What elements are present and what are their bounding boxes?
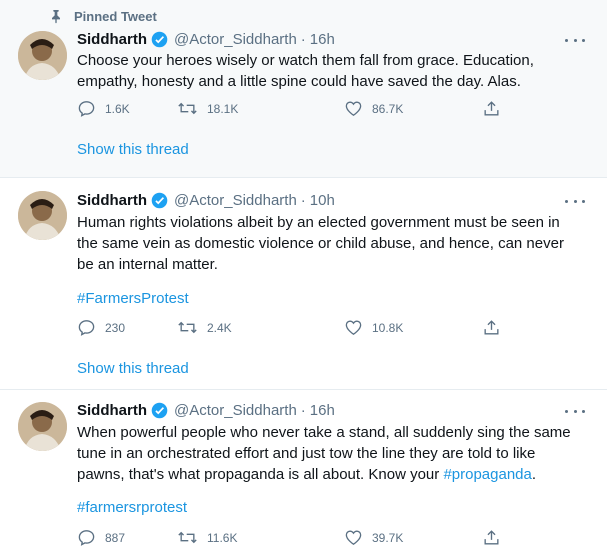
share-icon [484, 101, 499, 116]
tweet-time[interactable]: 10h [310, 192, 335, 209]
pinned-indicator: Pinned Tweet [48, 8, 157, 24]
share-button[interactable] [482, 99, 501, 118]
reply-icon [78, 530, 95, 546]
retweet-icon [178, 102, 197, 115]
tweet-time[interactable]: 16h [310, 402, 335, 419]
retweet-button[interactable]: 11.6K [177, 528, 237, 547]
reply-count: 887 [105, 530, 126, 545]
verified-icon [151, 31, 168, 48]
more-icon[interactable] [565, 404, 585, 418]
like-count: 10.8K [372, 320, 404, 335]
tweet[interactable]: Siddharth @Actor_Siddharth · 10h Human r… [0, 178, 607, 390]
tweet[interactable]: Siddharth @Actor_Siddharth · 16h When po… [0, 390, 607, 554]
reply-icon [78, 101, 95, 117]
like-icon [345, 320, 362, 336]
tweet-actions: 887 11.6K 39.7K [77, 528, 517, 548]
like-button[interactable]: 39.7K [344, 528, 403, 547]
tweet-actions: 1.6K 18.1K 86.7K [77, 99, 517, 119]
more-icon[interactable] [565, 194, 585, 208]
like-count: 86.7K [372, 101, 404, 116]
like-icon [345, 530, 362, 546]
reply-count: 230 [105, 320, 126, 335]
like-count: 39.7K [372, 530, 404, 545]
verified-icon [151, 192, 168, 209]
reply-count: 1.6K [105, 101, 130, 116]
author-handle[interactable]: @Actor_Siddharth [174, 31, 297, 48]
retweet-icon [178, 321, 197, 334]
author-handle[interactable]: @Actor_Siddharth [174, 402, 297, 419]
avatar[interactable] [18, 191, 67, 240]
retweet-button[interactable]: 18.1K [177, 99, 238, 118]
pinned-label: Pinned Tweet [74, 8, 157, 24]
inline-hashtag-link[interactable]: #propaganda [443, 466, 531, 483]
more-icon[interactable] [565, 33, 585, 47]
tweet-text: When powerful people who never take a st… [77, 422, 577, 485]
show-thread-link[interactable]: Show this thread [77, 360, 189, 377]
retweet-count: 11.6K [207, 530, 238, 545]
retweet-button[interactable]: 2.4K [177, 318, 232, 337]
author-name[interactable]: Siddharth [77, 402, 147, 419]
tweet-time[interactable]: 16h [310, 31, 335, 48]
verified-icon [151, 402, 168, 419]
retweet-count: 2.4K [207, 320, 232, 335]
reply-button[interactable]: 1.6K [77, 99, 130, 118]
hashtag-link[interactable]: #farmersrprotest [77, 499, 187, 516]
avatar[interactable] [18, 31, 67, 80]
share-icon [484, 530, 499, 545]
reply-button[interactable]: 887 [77, 528, 125, 547]
like-icon [345, 101, 362, 117]
share-button[interactable] [482, 528, 501, 547]
tweet-header: Siddharth @Actor_Siddharth · 10h [77, 192, 335, 209]
like-button[interactable]: 10.8K [344, 318, 403, 337]
separator-dot: · [300, 31, 306, 48]
author-name[interactable]: Siddharth [77, 31, 147, 48]
tweet-feed: Pinned Tweet Siddharth @Actor_Siddharth … [0, 0, 607, 554]
separator-dot: · [300, 192, 306, 209]
show-thread-link[interactable]: Show this thread [77, 141, 189, 158]
author-name[interactable]: Siddharth [77, 192, 147, 209]
retweet-count: 18.1K [207, 101, 239, 116]
share-icon [484, 320, 499, 335]
author-handle[interactable]: @Actor_Siddharth [174, 192, 297, 209]
tweet-actions: 230 2.4K 10.8K [77, 318, 517, 338]
tweet-pinned[interactable]: Pinned Tweet Siddharth @Actor_Siddharth … [0, 0, 607, 178]
reply-icon [78, 320, 95, 336]
reply-button[interactable]: 230 [77, 318, 125, 337]
separator-dot: · [300, 402, 306, 419]
pin-icon [48, 8, 64, 24]
tweet-text-end: . [531, 466, 537, 483]
tweet-text: Human rights violations albeit by an ele… [77, 214, 564, 273]
retweet-icon [178, 531, 197, 544]
share-button[interactable] [482, 318, 501, 337]
tweet-header: Siddharth @Actor_Siddharth · 16h [77, 31, 335, 48]
hashtag-link[interactable]: #FarmersProtest [77, 290, 189, 307]
avatar[interactable] [18, 402, 67, 451]
tweet-text: Choose your heroes wisely or watch them … [77, 52, 534, 90]
tweet-header: Siddharth @Actor_Siddharth · 16h [77, 402, 335, 419]
like-button[interactable]: 86.7K [344, 99, 403, 118]
